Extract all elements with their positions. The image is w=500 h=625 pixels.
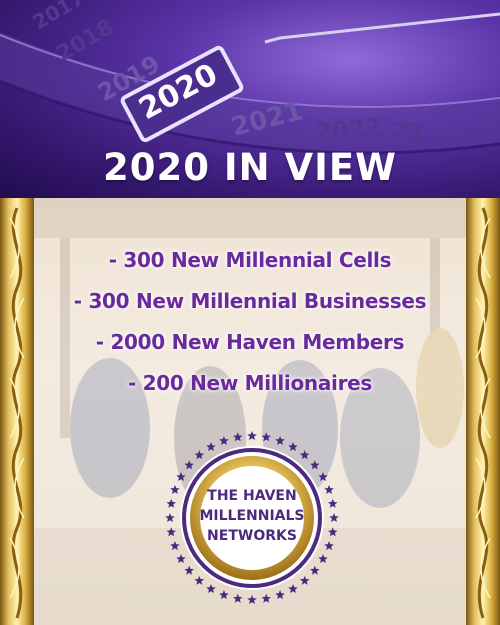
gold-frame-left <box>0 198 34 625</box>
goal-item: - 300 New Millennial Businesses <box>73 289 427 313</box>
seal-star-icon <box>194 575 205 585</box>
page-title: 2020 IN VIEW <box>103 146 397 189</box>
seal-line-2: MILLENNIALS <box>199 508 305 524</box>
seal-star-icon <box>184 565 194 575</box>
seal-line-3: NETWORKS <box>207 528 297 544</box>
seal-star-icon <box>261 432 271 442</box>
seal-star-icon <box>233 593 243 603</box>
dial-year-2: 2018 <box>53 15 119 67</box>
seal-star-icon <box>318 554 328 564</box>
seal-star-icon <box>176 472 186 482</box>
goals-list: - 300 New Millennial Cells - 300 New Mil… <box>34 240 466 404</box>
seal-star-icon <box>219 435 229 445</box>
seal-line-1: THE HAVEN <box>207 488 297 504</box>
gold-frame-right <box>466 198 500 625</box>
seal-star-icon <box>275 435 285 445</box>
seal-star-icon <box>299 575 310 585</box>
year-dial-banner: 2017 2018 2019 2020 2021 2022 23 2020 IN… <box>0 0 500 198</box>
seal-star-icon <box>275 590 285 600</box>
seal-star-icon <box>194 450 205 460</box>
seal-star-icon <box>310 460 320 470</box>
seal-text: THE HAVEN MILLENNIALS NETWORKS <box>162 486 342 546</box>
seal-star-icon <box>247 595 257 605</box>
seal-star-icon <box>310 565 320 575</box>
dial-year-7: 23 <box>392 119 424 146</box>
seal-star-icon <box>247 431 257 441</box>
seal-star-icon <box>176 554 186 564</box>
seal-star-icon <box>288 441 298 452</box>
seal-star-icon <box>261 593 271 603</box>
haven-seal-logo: THE HAVEN MILLENNIALS NETWORKS <box>162 428 342 608</box>
seal-star-icon <box>288 584 298 594</box>
seal-star-icon <box>184 460 194 470</box>
dial-year-6: 2022 <box>314 113 383 146</box>
seal-star-icon <box>299 450 310 460</box>
seal-star-icon <box>318 472 328 482</box>
goal-item: - 2000 New Haven Members <box>95 330 405 354</box>
goal-item: - 200 New Millionaires <box>127 371 373 395</box>
poster: 2017 2018 2019 2020 2021 2022 23 2020 IN… <box>0 0 500 625</box>
seal-star-icon <box>206 584 216 594</box>
seal-star-icon <box>206 441 216 452</box>
seal-star-icon <box>233 432 243 442</box>
goal-item: - 300 New Millennial Cells <box>108 248 392 272</box>
seal-star-icon <box>219 590 229 600</box>
